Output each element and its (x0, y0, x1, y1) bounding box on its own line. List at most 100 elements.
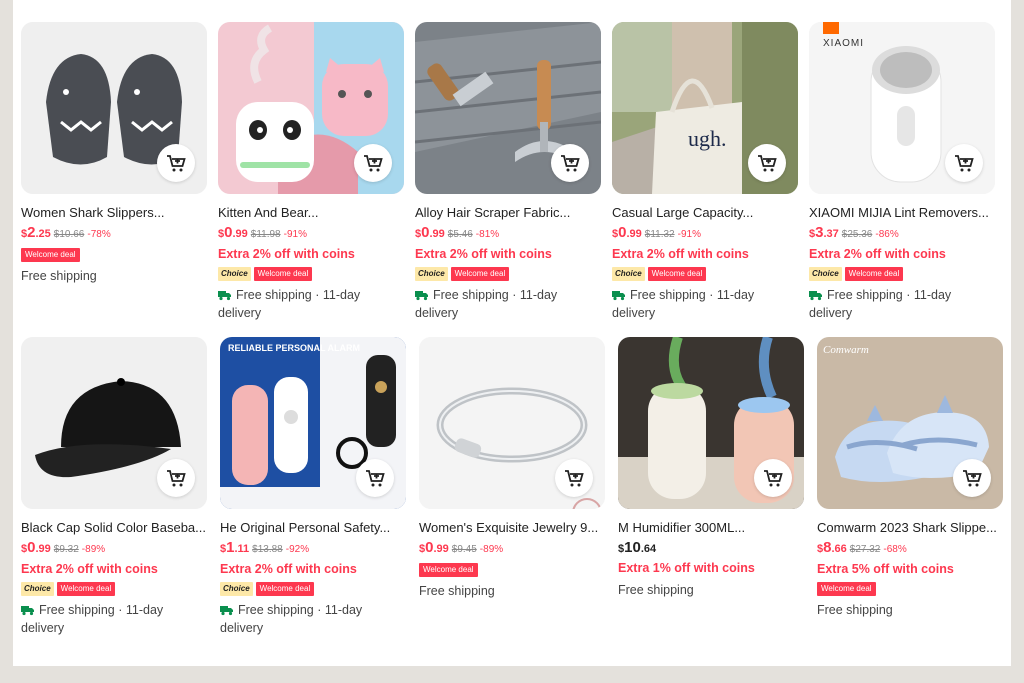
product-image[interactable] (415, 22, 601, 194)
original-price: $27.32 (849, 544, 881, 555)
choice-badge: Choice (21, 582, 54, 596)
choice-badge: Choice (612, 267, 645, 281)
welcome-deal-badge: Welcome deal (419, 563, 478, 577)
welcome-deal-badge: Welcome deal (255, 582, 315, 596)
product-image[interactable] (21, 337, 207, 509)
product-image[interactable]: ugh. (612, 22, 798, 194)
price-decimal: .99 (429, 228, 445, 240)
product-title[interactable]: Women's Exquisite Jewelry 9... (419, 520, 605, 536)
welcome-deal-badge: Welcome deal (450, 267, 510, 281)
add-to-cart-icon (167, 155, 186, 172)
welcome-deal-badge: Welcome deal (253, 267, 313, 281)
price-decimal: .66 (831, 543, 847, 555)
badges: Choice Welcome deal (220, 582, 406, 596)
product-card[interactable]: Women's Exquisite Jewelry 9... $0.99 $9.4… (419, 337, 605, 600)
product-card[interactable]: Comwarm Comwarm 2023 Shark Slippe... $8.… (817, 337, 1003, 619)
product-card[interactable]: ugh. Casual Large Capacity... $0.99 $11.3… (612, 22, 798, 322)
product-image[interactable] (21, 22, 207, 194)
product-image[interactable]: XIAOMI (809, 22, 995, 194)
coins-discount: Extra 2% off with coins (415, 247, 552, 261)
product-price: $0.99 $11.32 -91% (612, 225, 798, 243)
product-price: $8.66 $27.32 -68% (817, 540, 1003, 558)
price-decimal: .99 (626, 228, 642, 240)
price-decimal: .99 (433, 543, 449, 555)
add-to-cart-button[interactable] (555, 459, 593, 497)
coins-discount: Extra 5% off with coins (817, 562, 954, 576)
welcome-deal-badge: Welcome deal (844, 267, 904, 281)
shipping-info: Free shipping · 11-day delivery (220, 601, 406, 637)
badges: Choice Welcome deal (415, 267, 601, 281)
product-image[interactable] (618, 337, 804, 509)
add-to-cart-button[interactable] (157, 144, 195, 182)
product-title[interactable]: Women Shark Slippers... (21, 205, 207, 221)
discount-percent: -91% (677, 229, 701, 240)
truck-icon (612, 291, 625, 301)
product-card[interactable]: Black Cap Solid Color Baseba... $0.99 $9.… (21, 337, 207, 637)
choice-badge: Choice (218, 267, 251, 281)
product-price: $10.64 (618, 540, 804, 557)
truck-icon (809, 291, 822, 301)
product-title[interactable]: Black Cap Solid Color Baseba... (21, 520, 207, 536)
badges: Choice Welcome deal (612, 267, 798, 281)
add-to-cart-icon (955, 155, 974, 172)
original-price: $11.98 (250, 229, 281, 240)
original-price: $5.46 (447, 229, 473, 240)
product-card[interactable]: XIAOMI XIAOMI MIJIA Lint Removers... $3.… (809, 22, 995, 322)
add-to-cart-button[interactable] (356, 459, 394, 497)
add-to-cart-button[interactable] (945, 144, 983, 182)
coins-discount: Extra 2% off with coins (218, 247, 355, 261)
badges: Choice Welcome deal (218, 267, 404, 281)
add-to-cart-button[interactable] (754, 459, 792, 497)
bag-text: ugh. (688, 126, 727, 151)
badges: Choice Welcome deal (21, 582, 207, 596)
price-decimal: .25 (35, 228, 51, 240)
add-to-cart-button[interactable] (551, 144, 589, 182)
discount-percent: -81% (475, 229, 500, 240)
add-to-cart-button[interactable] (157, 459, 195, 497)
coins-discount: Extra 2% off with coins (220, 562, 357, 576)
product-title[interactable]: Casual Large Capacity... (612, 205, 798, 221)
discount-percent: -86% (875, 229, 899, 240)
choice-badge: Choice (415, 267, 448, 281)
product-image[interactable]: Comwarm (817, 337, 1003, 509)
shipping-info: Free shipping (21, 269, 97, 283)
shipping-text: Free shipping · 11-day (236, 288, 361, 302)
coins-discount: Extra 2% off with coins (21, 562, 158, 576)
product-title[interactable]: XIAOMI MIJIA Lint Removers... (809, 205, 995, 221)
original-price: $9.45 (451, 544, 477, 555)
add-to-cart-button[interactable] (748, 144, 786, 182)
add-to-cart-icon (167, 470, 186, 487)
brand-text: XIAOMI (823, 38, 864, 49)
choice-badge: Choice (809, 267, 842, 281)
product-card[interactable]: RELIABLE PERSONAL ALARM He Original Pers… (220, 337, 406, 637)
add-to-cart-button[interactable] (354, 144, 392, 182)
price-decimal: .64 (640, 543, 657, 555)
product-title[interactable]: Kitten And Bear... (218, 205, 404, 221)
product-card[interactable]: M Humidifier 300ML... $10.64 Extra 1% of… (618, 337, 804, 599)
welcome-deal-badge: Welcome deal (56, 582, 116, 596)
welcome-deal-badge: Welcome deal (21, 248, 80, 262)
product-title[interactable]: Alloy Hair Scraper Fabric... (415, 205, 601, 221)
shipping-info: Free shipping · 11-day delivery (218, 286, 404, 322)
original-price: $25.36 (841, 229, 873, 240)
product-title[interactable]: He Original Personal Safety... (220, 520, 406, 536)
product-title[interactable]: M Humidifier 300ML... (618, 520, 804, 536)
product-price: $0.99 $5.46 -81% (415, 225, 601, 243)
product-image[interactable]: RELIABLE PERSONAL ALARM (220, 337, 406, 509)
original-price: $10.66 (53, 229, 85, 240)
product-card[interactable]: Alloy Hair Scraper Fabric... $0.99 $5.46-… (415, 22, 601, 322)
product-image[interactable] (419, 337, 605, 509)
banner-text: RELIABLE PERSONAL ALARM (228, 343, 360, 353)
original-price: $9.32 (53, 544, 79, 555)
product-title[interactable]: Comwarm 2023 Shark Slippe... (817, 520, 1003, 536)
product-image[interactable] (218, 22, 404, 194)
delivery-text: delivery (218, 306, 262, 320)
delivery-text: delivery (21, 621, 65, 635)
product-card[interactable]: Kitten And Bear... $0.99 $11.98 -91% Extra… (218, 22, 404, 322)
product-card[interactable]: Women Shark Slippers... $2.25 $10.66 -78% … (21, 22, 207, 285)
xiaomi-logo-icon (823, 22, 839, 34)
add-to-cart-button[interactable] (953, 459, 991, 497)
shipping-info: Free shipping (817, 603, 893, 617)
price-decimal: .11 (234, 543, 250, 555)
shipping-info: Free shipping (419, 584, 495, 598)
